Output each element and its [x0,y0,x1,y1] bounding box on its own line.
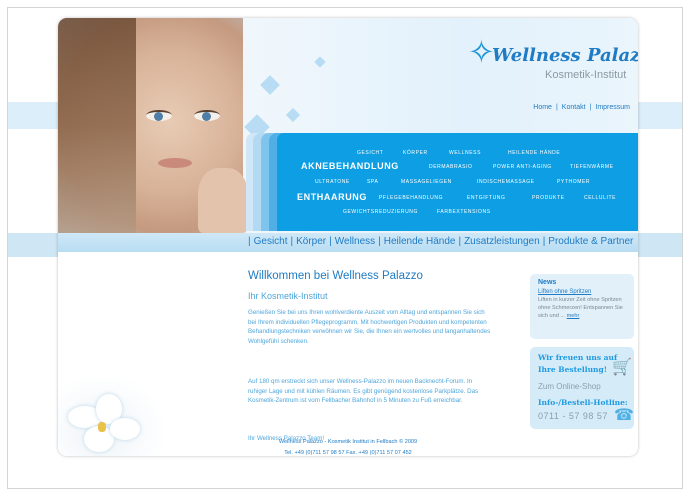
menu-item-koerper[interactable]: KÖRPER [403,150,428,156]
main-nav-gesicht[interactable]: Gesicht [254,236,288,247]
menu-item-tiefenwaerme[interactable]: TIEFENWÄRME [570,164,614,170]
news-text: Liften in kurzer Zeit ohne Spritzen ohne… [538,297,630,320]
shop-heading-line2: Ihre Bestellung! [538,365,608,374]
menu-item-ultratone[interactable]: ULTRATONE [315,179,350,185]
footer-contact: Tel. +49 (0)711 57 98 57 Fax. +49 (0)711… [284,450,412,456]
main-nav-zusatzleistungen[interactable]: Zusatzleistungen [464,236,540,247]
menu-item-power-anti-aging[interactable]: POWER ANTI-AGING [493,164,552,170]
main-nav-separator: | [329,236,332,247]
location-paragraph: Auf 180 qm erstreckt sich unser Wellness… [248,378,479,405]
intro-paragraph: Genießen Sie bei uns Ihren wohlverdiente… [248,309,491,345]
menu-item-dermabrasio[interactable]: DERMABRASIO [429,164,473,170]
menu-item-indischemassage[interactable]: INDISCHEMASSAGE [477,179,535,185]
menu-item-wellness[interactable]: WELLNESS [449,150,481,156]
top-link-impressum[interactable]: Impressum [595,104,630,111]
menu-item-produkte[interactable]: PRODUKTE [532,195,565,201]
menu-item-massageliegen[interactable]: MASSAGELIEGEN [401,179,452,185]
menu-item-pythomer[interactable]: PYTHOMER [557,179,590,185]
footer-copyright: Wellness Palazzo - Kosmetik Institut in … [278,439,418,445]
hero-lips [158,158,192,168]
shop-box: Wir freuen uns auf Ihre Bestellung! 🛒 Zu… [530,347,634,429]
brand-subtitle: Kosmetik-Institut [545,69,627,81]
page-subtitle: Ihr Kosmetik-Institut [248,291,328,301]
menu-item-cellulite[interactable]: CELLULITE [584,195,616,201]
main-nav-separator: | [248,236,251,247]
hero-eye-right [194,110,220,121]
site-container: ✧ Wellness Palazzo Kosmetik-Institut Hom… [58,18,638,456]
menu-item-spa[interactable]: SPA [367,179,378,185]
hero-eye-left [146,110,172,121]
news-box: News Liften ohne Spritzen Liften in kurz… [530,274,634,339]
news-text-body: Liften in kurzer Zeit ohne Spritzen ohne… [538,297,623,319]
shopping-cart-icon: 🛒 [612,359,632,376]
top-links: Home | Kontakt | Impressum [533,104,630,111]
online-shop-link[interactable]: Zum Online-Shop [538,382,601,391]
menu-item-gewichtsreduzierung[interactable]: GEWICHTSREDUZIERUNG [343,209,418,215]
news-title: News [538,279,557,286]
main-nav-koerper[interactable]: Körper [296,236,326,247]
main-nav-separator: | [458,236,462,247]
hero-face-image [58,18,248,233]
menu-item-aknebehandlung[interactable]: AKNEBEHANDLUNG [301,161,399,171]
brand-title[interactable]: Wellness Palazzo [492,45,638,66]
top-link-separator: | [555,104,558,111]
page-title: Willkommen bei Wellness Palazzo [248,270,423,282]
top-link-home[interactable]: Home [533,104,552,111]
menu-item-farbextensions[interactable]: FARBEXTENSIONS [437,209,491,215]
menu-item-entgiftung[interactable]: ENTGIFTUNG [467,195,506,201]
main-nav: | Gesicht | Körper | Wellness | Heilende Hände |… [58,233,638,252]
menu-item-gesicht[interactable]: GESICHT [357,150,383,156]
main-nav-produkte-partner[interactable]: Produkte & Partner [548,236,633,247]
menu-item-enthaarung[interactable]: ENTHAARUNG [297,192,367,202]
hero-hair [58,18,136,233]
shop-heading-line1: Wir freuen uns auf [538,353,618,362]
top-link-separator: | [589,104,592,111]
main-nav-separator: | [290,236,294,247]
news-more-link[interactable]: mehr [567,313,580,319]
main-nav-wellness[interactable]: Wellness [335,236,375,247]
telephone-icon: ☎ [614,407,634,424]
hero-hand [198,168,248,233]
orchid-petal [110,418,140,440]
main-nav-separator: | [378,236,381,247]
menu-item-pflegebehandlung[interactable]: PFLEGEBEHANDLUNG [379,195,443,201]
main-nav-separator: | [542,236,546,247]
figure-icon: ✧ [468,34,495,70]
hotline-phone: 0711 - 57 98 57 [538,411,608,421]
orchid-center [98,422,106,432]
top-link-kontakt[interactable]: Kontakt [562,104,586,111]
main-nav-heilende-haende[interactable]: Heilende Hände [384,236,456,247]
menu-item-heilende-haende[interactable]: HEILENDE HÄNDE [508,150,560,156]
treatment-menu: GESICHT KÖRPER WELLNESS HEILENDE HÄNDE A… [277,133,638,231]
news-link[interactable]: Liften ohne Spritzen [538,289,591,295]
